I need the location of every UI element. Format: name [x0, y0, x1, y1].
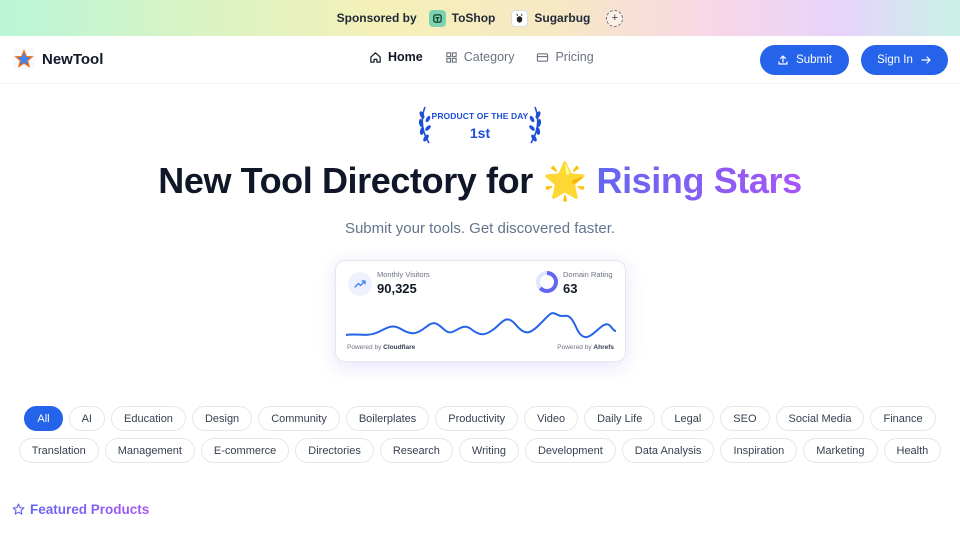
category-chip-e-commerce[interactable]: E-commerce [200, 438, 290, 463]
category-chip-video[interactable]: Video [524, 406, 579, 431]
grid-icon [446, 51, 457, 63]
traffic-stats-card: Monthly Visitors 90,325 Domain Rating 63… [335, 260, 626, 362]
powered-by-ahrefs: Powered by Ahrefs [557, 344, 614, 351]
category-chip-inspiration[interactable]: Inspiration [720, 438, 798, 463]
badge-rank: 1st [469, 125, 491, 141]
category-chip-design[interactable]: Design [191, 406, 253, 431]
sponsor-label: Sponsored by [336, 11, 417, 25]
category-chip-education[interactable]: Education [111, 406, 186, 431]
category-chip-boilerplates[interactable]: Boilerplates [345, 406, 430, 431]
sponsor-sugarbug[interactable]: Sugarbug [511, 9, 591, 27]
featured-products-heading: Featured Products [12, 502, 149, 517]
trending-up-icon [348, 272, 372, 296]
featured-products-title: Featured Products [30, 502, 150, 517]
powered-left-prefix: Powered by [347, 344, 382, 351]
category-filter-row-2: Translation Management E-commerce Directori… [0, 438, 960, 463]
category-chip-ai[interactable]: AI [68, 406, 105, 431]
category-chip-community[interactable]: Community [258, 406, 340, 431]
category-chip-directories[interactable]: Directories [295, 438, 374, 463]
brand-home-link[interactable]: NewTool [13, 48, 103, 70]
sign-in-button-label: Sign In [877, 54, 913, 66]
category-chip-seo[interactable]: SEO [720, 406, 770, 431]
submit-button-label: Submit [796, 54, 832, 66]
category-chip-development[interactable]: Development [524, 438, 616, 463]
brand-name: NewTool [42, 50, 104, 68]
visitors-value: 90,325 [377, 281, 417, 296]
nav-home[interactable]: Home [369, 50, 423, 64]
add-sponsor-plus-icon[interactable]: + [606, 9, 624, 27]
nav-home-label: Home [388, 50, 423, 64]
rating-label: Domain Rating [563, 270, 613, 279]
product-of-the-day-badge[interactable]: PRODUCT OF THE DAY 1st [415, 103, 545, 149]
category-chip-marketing[interactable]: Marketing [803, 438, 878, 463]
nav-pricing[interactable]: Pricing [536, 50, 594, 64]
powered-right-prefix: Powered by [557, 344, 592, 351]
category-chip-productivity[interactable]: Productivity [435, 406, 519, 431]
brand-star-logo-icon [13, 48, 35, 70]
nav-category-label: Category [463, 50, 515, 64]
upload-icon [778, 55, 788, 65]
category-chip-finance[interactable]: Finance [870, 406, 936, 431]
category-chip-social-media[interactable]: Social Media [775, 406, 865, 431]
domain-rating-ring-icon [536, 271, 558, 293]
sponsor-banner: Sponsored by ToShop Sugarbug + [0, 0, 960, 36]
category-chip-health[interactable]: Health [883, 438, 942, 463]
hero-title-main: New Tool Directory for [158, 160, 533, 201]
category-filter-row-1: All AI Education Design Community Boilerplate… [0, 406, 960, 431]
nav-category[interactable]: Category [445, 50, 515, 64]
hero-title-accent: Rising Stars [596, 160, 802, 201]
powered-right-source: Ahrefs [593, 344, 614, 351]
submit-button[interactable]: Submit [760, 45, 849, 75]
category-chip-research[interactable]: Research [379, 438, 453, 463]
card-icon [537, 52, 549, 62]
category-chip-all[interactable]: All [24, 406, 63, 431]
category-chip-translation[interactable]: Translation [18, 438, 99, 463]
arrow-right-icon [921, 56, 931, 64]
category-chip-legal[interactable]: Legal [661, 406, 715, 431]
toshop-logo-icon [428, 9, 446, 27]
sponsor-toshop-name: ToShop [451, 11, 496, 25]
category-chip-management[interactable]: Management [104, 438, 195, 463]
sign-in-button[interactable]: Sign In [861, 45, 948, 75]
visitors-label: Monthly Visitors [377, 270, 430, 279]
powered-by-cloudflare: Powered by Cloudflare [347, 344, 415, 351]
sponsor-toshop[interactable]: ToShop [428, 9, 496, 27]
home-icon [370, 51, 381, 63]
star-outline-icon [12, 503, 25, 515]
hero-subtitle: Submit your tools. Get discovered faster… [344, 220, 616, 237]
badge-label: PRODUCT OF THE DAY [431, 111, 529, 121]
main-nav: Home Category Pricing [369, 50, 594, 64]
nav-pricing-label: Pricing [555, 50, 594, 64]
category-chip-daily-life[interactable]: Daily Life [584, 406, 656, 431]
visitors-sparkline [346, 312, 616, 339]
hero-title: New Tool Directory for 🌟 Rising Stars [0, 160, 960, 202]
powered-left-source: Cloudflare [383, 344, 416, 351]
site-header: NewTool Home Category Pricing Submit Sig… [0, 36, 960, 84]
category-chip-writing[interactable]: Writing [458, 438, 519, 463]
category-chip-data-analysis[interactable]: Data Analysis [621, 438, 715, 463]
glowing-star-icon: 🌟 [542, 160, 587, 201]
rating-value: 63 [563, 281, 578, 296]
sugarbug-logo-icon [511, 9, 529, 27]
sponsor-sugarbug-name: Sugarbug [534, 11, 591, 25]
